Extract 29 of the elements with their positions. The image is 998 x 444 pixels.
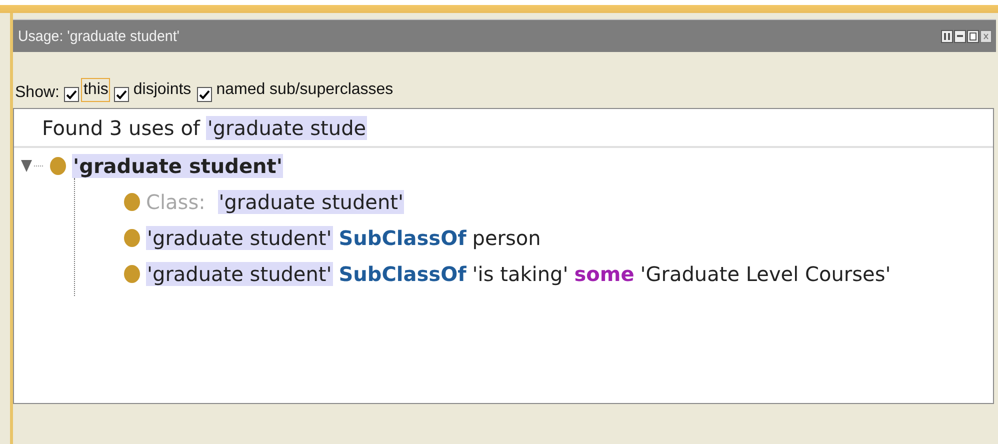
restriction-keyword: some (574, 262, 634, 286)
split-view-icon[interactable] (941, 30, 953, 42)
class-icon (124, 265, 140, 283)
class-icon (124, 229, 140, 247)
keyword-text: SubClassOf (338, 262, 466, 286)
checkbox[interactable] (114, 87, 130, 102)
checkbox[interactable] (197, 87, 212, 102)
class-label: Class: (146, 190, 206, 214)
option-label[interactable]: this (81, 78, 110, 102)
option-label[interactable]: disjoints (131, 78, 194, 102)
option-label[interactable]: named sub/superclasses (214, 78, 396, 102)
minimize-icon[interactable] (954, 30, 966, 42)
entity-name: 'graduate student' (146, 226, 333, 250)
show-label: Show: (15, 84, 60, 102)
class-icon (124, 193, 140, 211)
maximize-icon[interactable] (967, 30, 979, 42)
entity-name: 'graduate student' (146, 262, 333, 286)
entity-name: 'graduate student' (72, 154, 284, 178)
class-icon (50, 157, 66, 175)
expanded-triangle-icon[interactable] (20, 159, 44, 173)
axiom-text: person (472, 226, 541, 250)
checkbox[interactable] (64, 87, 80, 102)
close-icon[interactable] (980, 30, 992, 42)
axiom-text: 'is taking' (472, 262, 568, 286)
keyword-text: SubClassOf (338, 226, 466, 250)
axiom-text: 'Graduate Level Courses' (640, 262, 891, 286)
window-title: Usage: 'graduate student' (18, 28, 180, 44)
entity-name: 'graduate student' (218, 190, 404, 214)
summary-text: Found 3 uses of 'graduate stude (14, 109, 993, 148)
